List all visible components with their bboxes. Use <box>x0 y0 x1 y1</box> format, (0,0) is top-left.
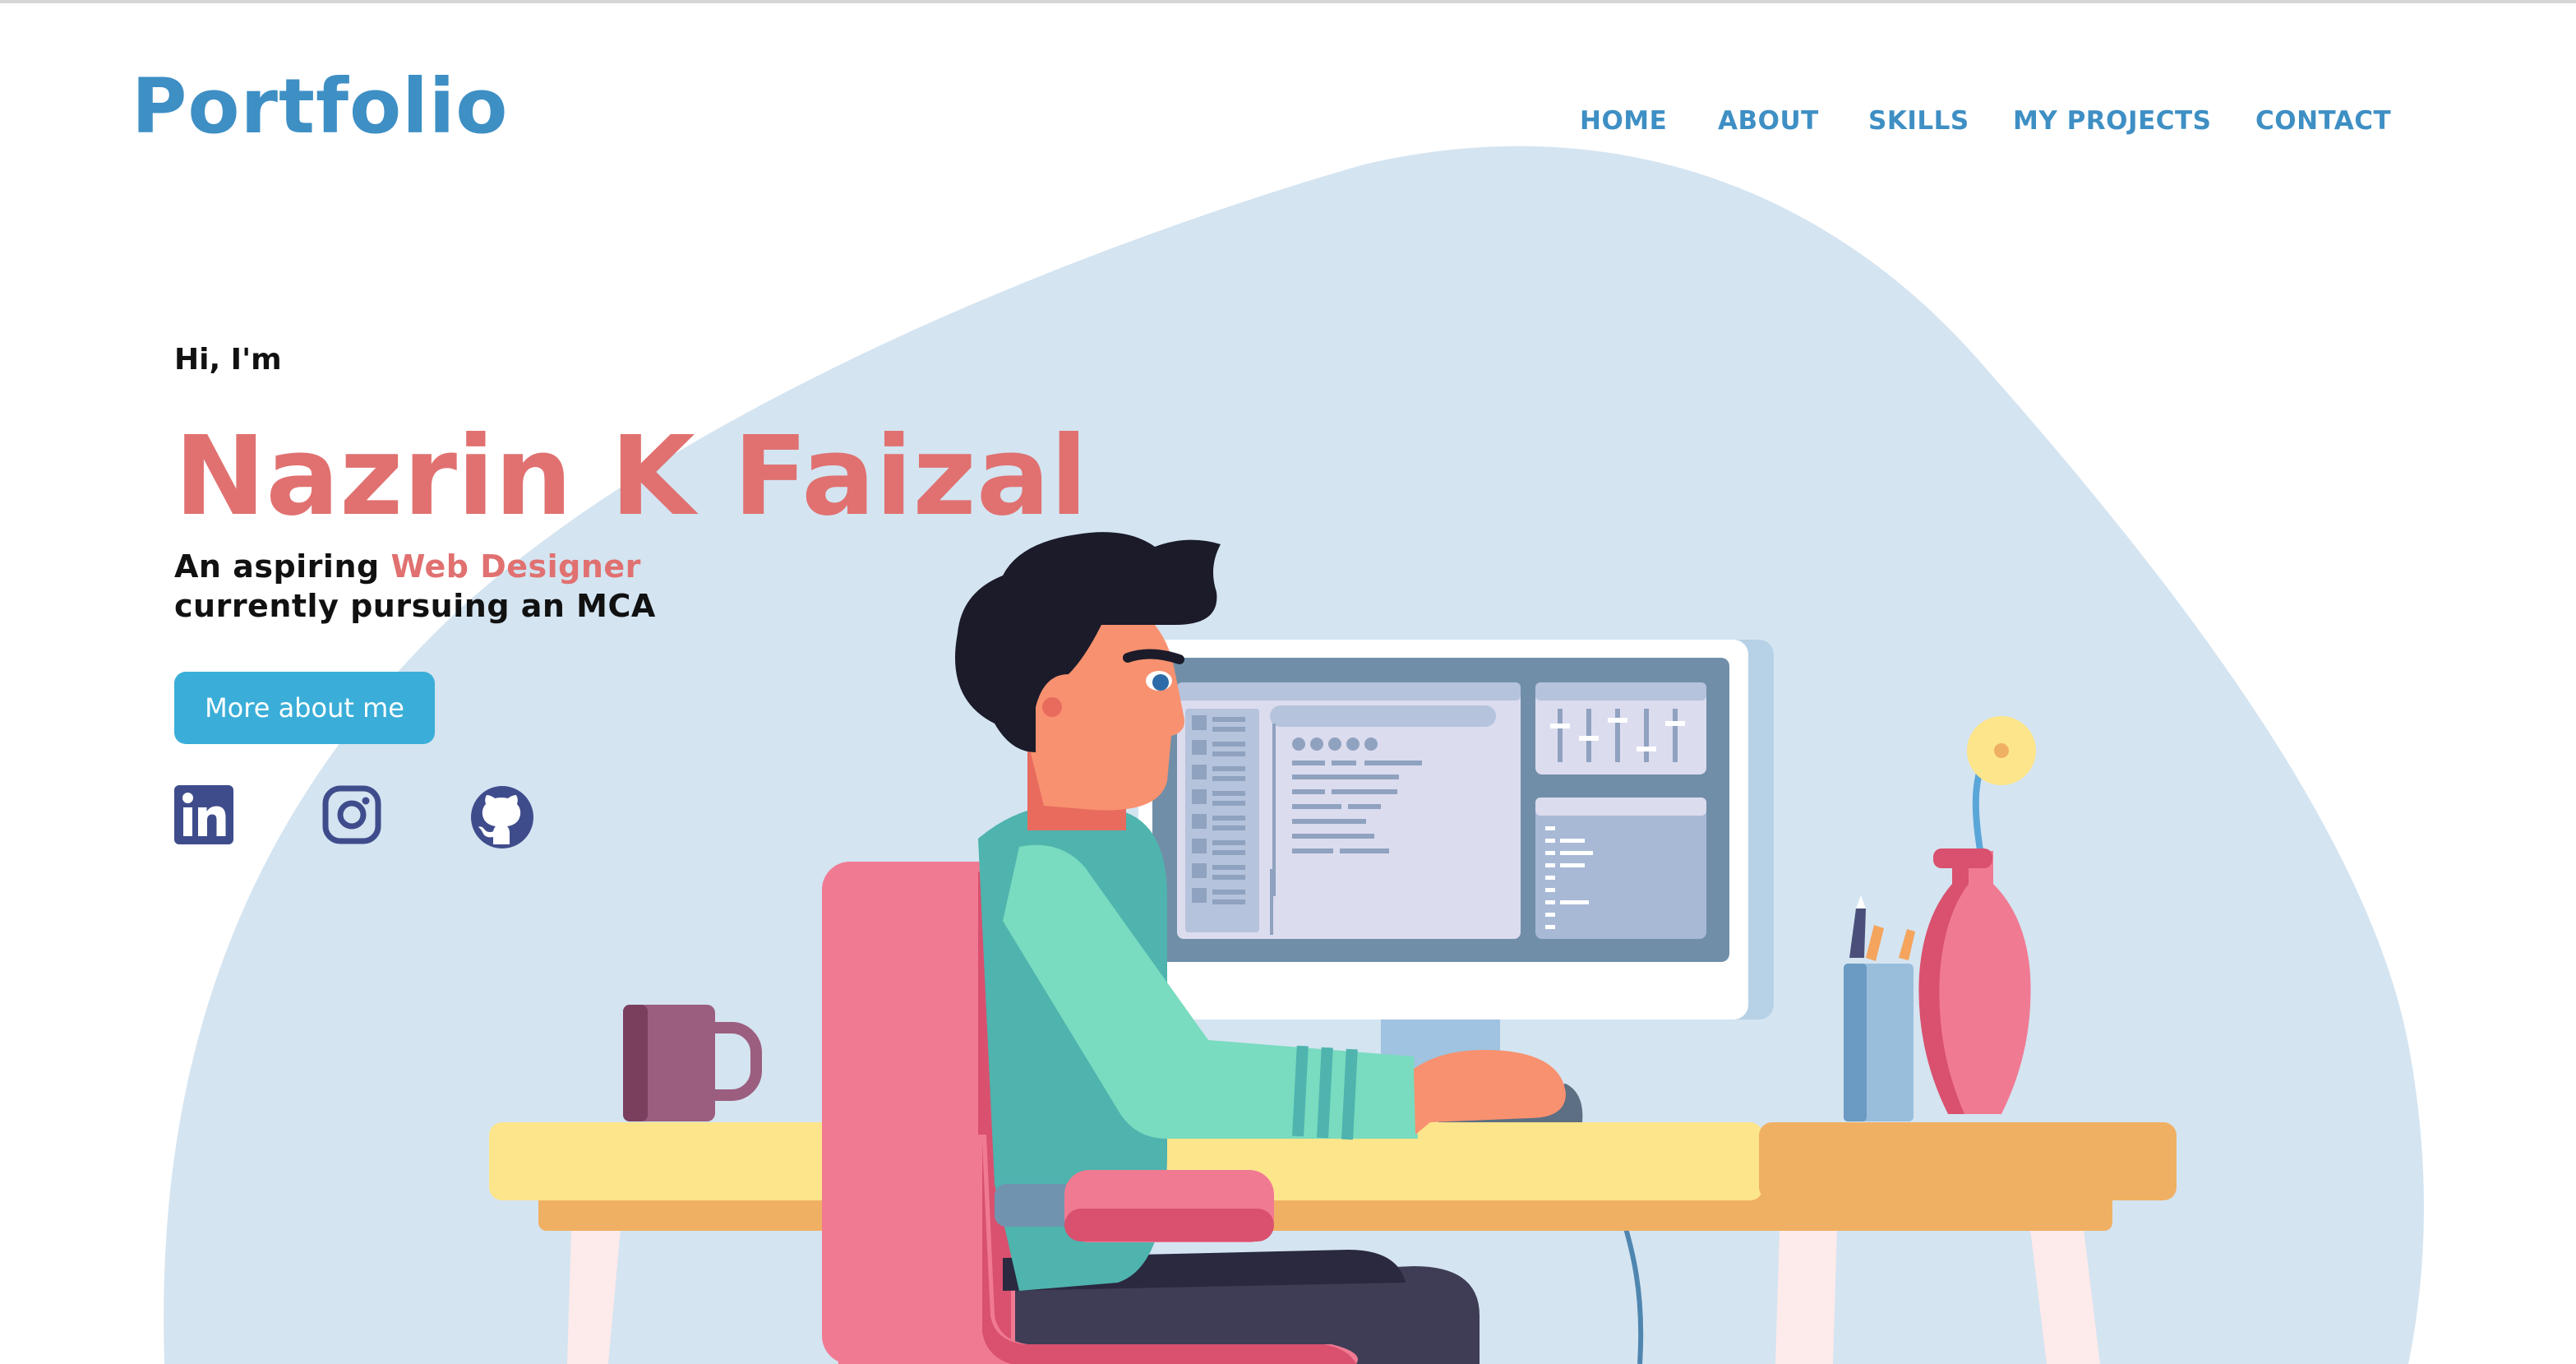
nav-item-skills[interactable]: SKILLS <box>1868 102 1969 140</box>
linkedin-icon <box>174 785 233 844</box>
desk-leg-mid <box>1775 1229 1837 1364</box>
nav-item-my-projects[interactable]: MY PROJECTS <box>2013 102 2211 140</box>
linkedin-link[interactable] <box>174 785 238 849</box>
github-icon <box>471 786 533 848</box>
hero-section: Hi, I'm Nazrin K Faizal An aspiring Web … <box>174 341 1087 848</box>
hero-name: Nazrin K Faizal <box>174 414 1088 540</box>
hero-greeting: Hi, I'm <box>174 343 282 377</box>
nav-item-about[interactable]: ABOUT <box>1718 102 1819 140</box>
github-link[interactable] <box>470 785 534 849</box>
main-nav: HOME ABOUT SKILLS MY PROJECTS CONTACT <box>0 102 2576 140</box>
more-about-me-button[interactable]: More about me <box>174 672 435 744</box>
desk-leg-left <box>567 1229 621 1364</box>
tagline-accent: Web Designer <box>390 548 641 585</box>
nav-item-home[interactable]: HOME <box>1580 102 1667 140</box>
hero-tagline: An aspiring Web Designer currently pursu… <box>174 547 656 626</box>
nav-item-contact[interactable]: CONTACT <box>2255 102 2391 140</box>
social-links <box>174 785 552 851</box>
tagline-prefix: An aspiring <box>174 548 391 585</box>
desk-leg-right <box>2030 1229 2100 1364</box>
tagline-line2: currently pursuing an MCA <box>174 588 656 624</box>
instagram-icon <box>322 785 381 844</box>
instagram-link[interactable] <box>322 785 386 849</box>
desk-top-orange <box>1759 1122 2177 1200</box>
